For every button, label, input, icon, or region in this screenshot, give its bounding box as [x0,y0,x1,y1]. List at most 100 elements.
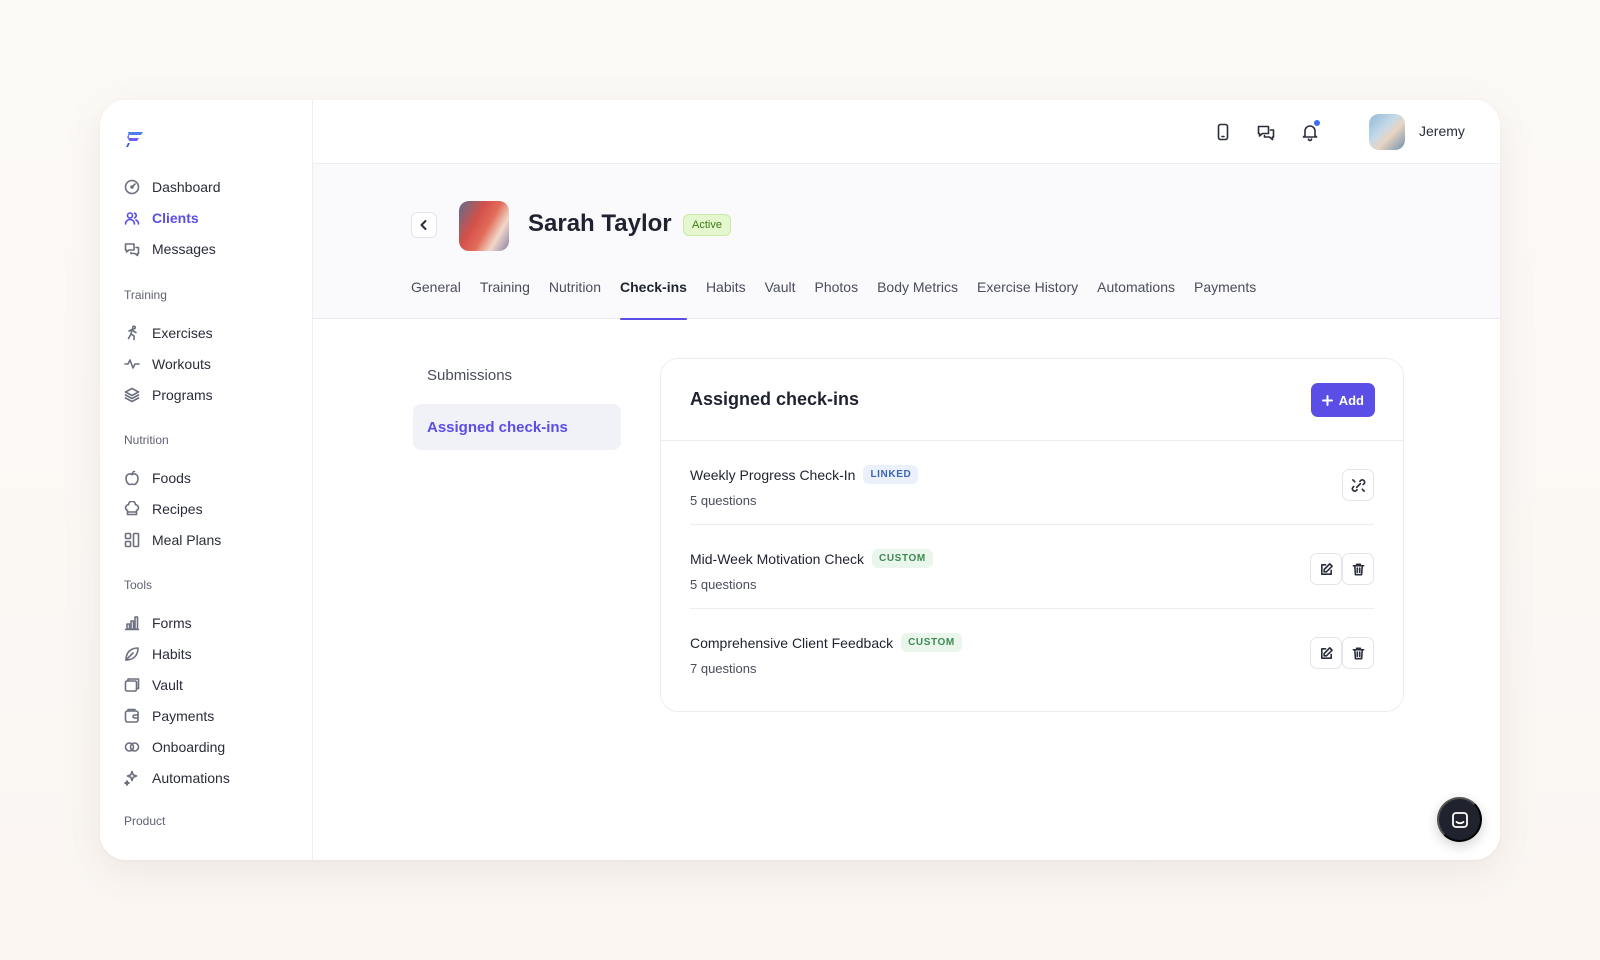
tab-body-metrics[interactable]: Body Metrics [877,275,958,319]
sidebar: Dashboard Clients Messages Training Exercise… [100,100,313,860]
check-in-row: Weekly Progress Check-In LINKED 5 questi… [690,441,1374,525]
sidebar-section-tools: Tools [124,578,153,592]
sidebar-item-onboarding[interactable]: Onboarding [124,735,225,759]
sidebar-item-clients[interactable]: Clients [124,206,199,230]
back-button[interactable] [411,212,437,238]
sidebar-item-label: Forms [152,615,192,631]
sidebar-item-messages[interactable]: Messages [124,237,216,261]
sidebar-item-automations[interactable]: Automations [124,766,230,790]
chevron-left-icon [420,220,427,230]
check-in-title: Comprehensive Client Feedback [690,634,894,651]
sidebar-item-label: Meal Plans [152,532,222,548]
check-in-title: Weekly Progress Check-In [690,466,856,483]
tab-habits[interactable]: Habits [706,275,746,319]
tab-payments[interactable]: Payments [1194,275,1256,319]
edit-icon [1320,562,1333,575]
sidebar-item-label: Clients [152,210,199,226]
tab-vault[interactable]: Vault [765,275,796,319]
tab-nutrition[interactable]: Nutrition [549,275,601,319]
unlink-icon [1351,478,1365,492]
notification-dot [1314,120,1320,126]
add-button-label: Add [1338,392,1364,408]
linked-tag: LINKED [863,465,919,484]
sidebar-item-label: Vault [152,677,183,693]
leaf-icon [124,646,140,662]
brand-logo[interactable] [124,130,144,148]
user-name[interactable]: Jeremy [1419,123,1465,139]
running-icon [124,325,140,341]
delete-button[interactable] [1342,637,1374,669]
sidebar-item-payments[interactable]: Payments [124,704,214,728]
tab-photos[interactable]: Photos [815,275,859,319]
check-in-title: Mid-Week Motivation Check [690,550,865,567]
users-icon [124,210,140,226]
dashboard-icon [124,179,140,195]
edit-button[interactable] [1310,637,1342,669]
unlink-button[interactable] [1342,469,1374,501]
subnav-submissions[interactable]: Submissions [413,352,621,398]
chat-bubbles-icon[interactable] [1256,122,1276,142]
client-header: Sarah Taylor Active General Training Nutri… [313,164,1500,320]
subnav-assigned-check-ins[interactable]: Assigned check-ins [413,404,621,450]
sidebar-item-label: Foods [152,470,191,486]
trash-icon [1352,563,1364,575]
sidebar-item-label: Workouts [152,356,211,372]
folder-icon [124,677,140,693]
sidebar-item-label: Recipes [152,501,203,517]
sidebar-item-meal-plans[interactable]: Meal Plans [124,528,221,552]
sidebar-item-forms[interactable]: Forms [124,611,192,635]
sidebar-item-label: Payments [152,708,215,724]
tab-automations[interactable]: Automations [1097,275,1175,319]
sidebar-section-product: Product [124,814,166,828]
sparkle-icon [124,770,140,786]
sidebar-item-habits[interactable]: Habits [124,642,192,666]
question-count: 7 questions [690,661,757,676]
support-chat-button[interactable] [1437,797,1482,842]
sidebar-item-vault[interactable]: Vault [124,673,183,697]
sidebar-section-nutrition: Nutrition [124,433,169,447]
sidebar-section-training: Training [124,288,167,302]
trash-icon [1352,647,1364,659]
custom-tag: CUSTOM [901,633,962,652]
check-in-row: Mid-Week Motivation Check CUSTOM 5 quest… [690,525,1374,609]
activity-icon [124,356,140,372]
sidebar-item-dashboard[interactable]: Dashboard [124,175,221,199]
mobile-icon[interactable] [1213,122,1233,142]
tab-general[interactable]: General [411,275,461,319]
link-icon [124,739,140,755]
add-button[interactable]: Add [1310,383,1375,417]
sidebar-item-recipes[interactable]: Recipes [124,497,203,521]
tab-training[interactable]: Training [480,275,530,319]
sidebar-item-foods[interactable]: Foods [124,466,191,490]
check-in-row: Comprehensive Client Feedback CUSTOM 7 q… [690,609,1374,693]
status-badge: Active [683,214,731,236]
bell-icon[interactable] [1300,120,1320,142]
app-window: Dashboard Clients Messages Training Exercise… [100,100,1500,860]
client-avatar [459,201,509,251]
sidebar-item-label: Exercises [152,325,213,341]
sidebar-item-label: Automations [152,770,230,786]
sidebar-item-workouts[interactable]: Workouts [124,352,211,376]
card-header: Assigned check-ins Add [661,359,1403,441]
tab-exercise-history[interactable]: Exercise History [977,275,1078,319]
apple-icon [124,470,140,486]
question-count: 5 questions [690,577,757,592]
sidebar-item-label: Programs [152,387,213,403]
edit-icon [1320,646,1333,659]
layers-icon [124,387,140,403]
question-count: 5 questions [690,493,757,508]
assigned-check-ins-card: Assigned check-ins Add Weekly Progress C… [660,358,1404,712]
sidebar-item-label: Habits [152,646,192,662]
user-avatar[interactable] [1369,114,1405,150]
edit-button[interactable] [1310,553,1342,585]
sidebar-item-label: Messages [152,241,216,257]
chat-icon [1451,811,1468,828]
delete-button[interactable] [1342,553,1374,585]
sidebar-item-programs[interactable]: Programs [124,383,213,407]
topbar: Jeremy [313,100,1500,164]
messages-icon [124,241,140,257]
sidebar-item-exercises[interactable]: Exercises [124,321,213,345]
chef-hat-icon [124,501,140,517]
tab-check-ins[interactable]: Check-ins [620,275,687,320]
client-tabs: General Training Nutrition Check-ins Habits V… [411,275,1256,320]
